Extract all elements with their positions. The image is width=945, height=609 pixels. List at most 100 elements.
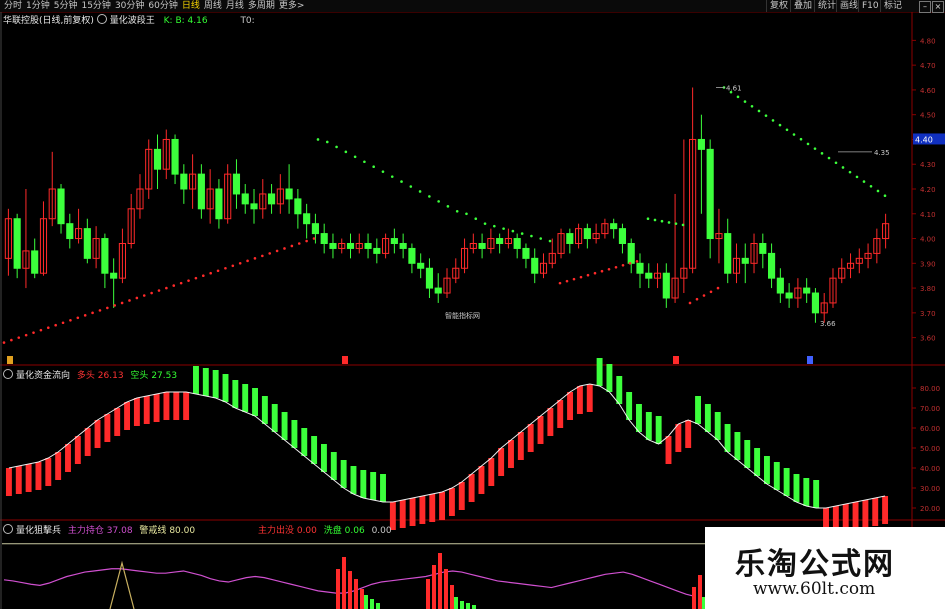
candle-body — [627, 242, 635, 264]
support-dot — [209, 271, 212, 275]
main-in-bar — [342, 557, 346, 609]
support-dot — [69, 318, 72, 322]
flow-bar — [291, 420, 298, 448]
flow-bar — [143, 396, 150, 424]
stock-name: 华联控股(日线,前复权) — [3, 16, 94, 26]
sub-panel2-header: 量化狙擊兵 主力持仓 37.08 警戒线 80.00 主力出没 0.00 洗盘 … — [3, 523, 392, 536]
resistance-dot — [834, 161, 838, 165]
resistance-dot — [785, 128, 789, 132]
flow-bar — [813, 480, 820, 508]
support-dot — [165, 286, 168, 290]
flow-bar — [439, 492, 446, 520]
support-dot — [702, 294, 706, 297]
support-dot — [261, 254, 264, 258]
event-marker — [7, 356, 13, 364]
support-dot — [150, 291, 153, 295]
flow-bar — [744, 440, 751, 468]
gear-icon[interactable] — [3, 524, 13, 534]
y-tick-label: 4.30 — [920, 161, 936, 169]
flow-bar — [65, 444, 71, 472]
candle-body — [566, 233, 574, 244]
flow-bar — [340, 460, 347, 488]
candle-body — [197, 173, 205, 210]
resistance-dot — [660, 219, 664, 223]
resistance-dot — [736, 95, 740, 99]
candle-body — [241, 193, 249, 205]
candle-body — [66, 223, 74, 240]
support-dot — [216, 269, 220, 273]
flow-bar — [675, 424, 682, 452]
resistance-dot — [520, 232, 524, 235]
gear-icon[interactable] — [3, 369, 13, 379]
y-tick-label: 4.10 — [920, 211, 936, 219]
flow-bar — [320, 444, 327, 472]
support-dot — [172, 284, 176, 287]
candle-body — [303, 213, 311, 225]
resistance-dot — [750, 104, 754, 108]
support-dot — [607, 267, 611, 271]
event-marker — [807, 356, 813, 364]
candle-body — [662, 272, 670, 299]
main-in-bar — [698, 575, 702, 609]
flow-bar — [547, 408, 554, 436]
candle-body — [776, 277, 784, 294]
candle-body — [478, 242, 486, 249]
resistance-dot — [363, 160, 366, 164]
flow-bar — [399, 500, 406, 528]
candle-body — [811, 292, 820, 314]
y-tick-label: 40.00 — [920, 465, 940, 473]
support-dot — [32, 331, 35, 334]
flow-bar — [596, 358, 603, 386]
resistance-dot — [653, 218, 657, 222]
candle-body — [741, 257, 749, 264]
candle-body — [31, 250, 39, 274]
flow-bar — [360, 470, 367, 498]
resistance-dot — [400, 180, 403, 183]
candle-body — [522, 247, 530, 259]
support-dot — [312, 237, 316, 240]
candle-body — [768, 252, 776, 279]
support-dot — [10, 338, 13, 342]
support-dot — [290, 244, 294, 248]
flow-bar — [754, 448, 761, 476]
price-tag: 4.40 — [915, 135, 933, 144]
flow-bar — [45, 458, 52, 486]
candle-body — [610, 223, 618, 230]
item5-value: 0.00 — [371, 526, 392, 536]
short-value: 27.53 — [151, 371, 178, 381]
candle-body — [434, 287, 442, 294]
y-tick-label: 30.00 — [920, 485, 940, 493]
resistance-dot — [841, 166, 845, 169]
flow-bar — [586, 384, 593, 412]
candle-body — [583, 228, 591, 240]
y-tick-label: 20.00 — [920, 505, 940, 513]
flow-bar — [261, 396, 268, 424]
candle-body — [171, 138, 179, 175]
flow-bar — [793, 474, 800, 502]
flow-bar — [74, 436, 81, 464]
flow-bar — [301, 428, 308, 456]
support-dot — [275, 249, 279, 253]
support-dot — [253, 257, 257, 260]
wash-bar — [376, 603, 380, 609]
resistance-dot — [539, 237, 543, 240]
gear-icon[interactable] — [96, 14, 107, 24]
flow-bar — [15, 466, 22, 494]
support-dot — [246, 259, 249, 263]
long-label: 多头 — [76, 371, 95, 381]
candle-body — [57, 188, 65, 225]
support-dot — [621, 263, 625, 267]
support-dot — [572, 277, 576, 281]
flow-bar — [281, 412, 288, 440]
support-dot — [635, 260, 639, 263]
candle-body — [373, 247, 381, 254]
site-watermark: 乐淘公式网 www.60lt.com — [705, 527, 945, 609]
resistance-dot — [390, 175, 394, 178]
main-in-bar — [444, 569, 448, 609]
flow-bar — [163, 392, 170, 420]
support-dot — [688, 301, 692, 305]
flow-bar — [478, 466, 485, 494]
flow-bar — [458, 482, 465, 510]
support-dot — [135, 296, 139, 300]
resistance-dot — [502, 227, 505, 230]
